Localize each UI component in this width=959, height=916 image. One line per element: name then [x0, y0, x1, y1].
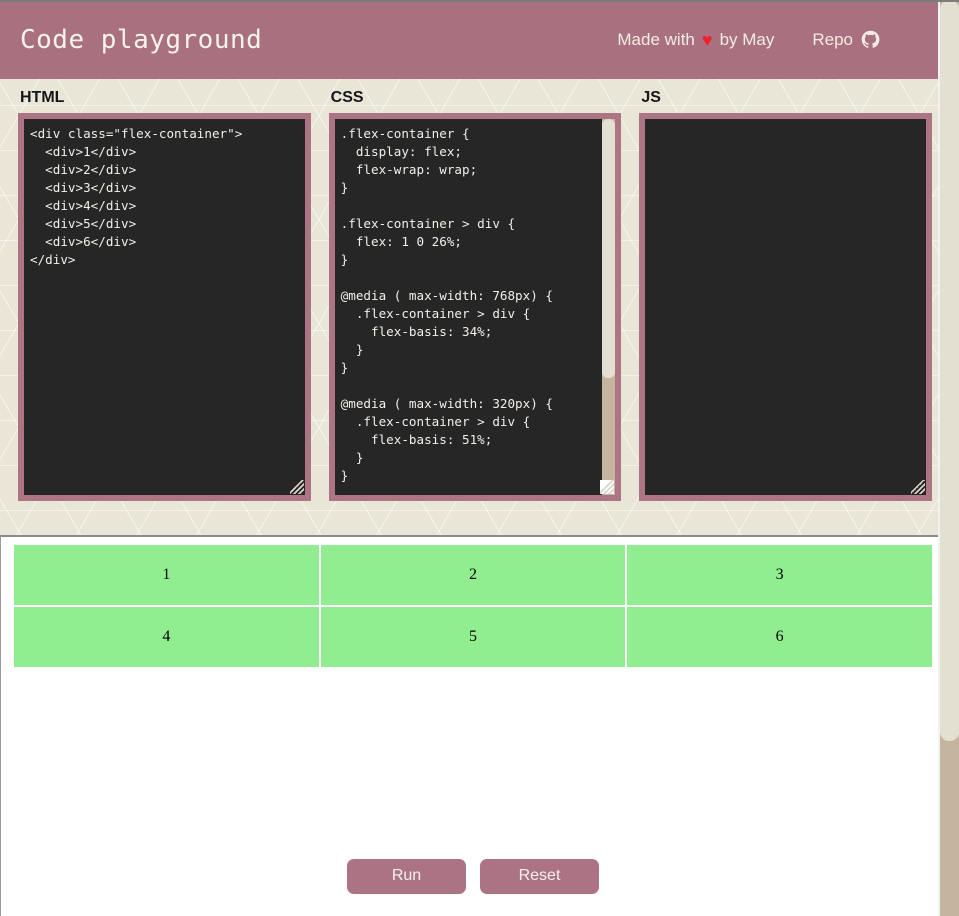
- js-editor[interactable]: [645, 118, 927, 495]
- credit-author-label: by May: [719, 29, 775, 49]
- flex-container-preview: 123 456: [13, 537, 933, 669]
- html-editor-frame: <div class="flex-container"> <div>1</div…: [18, 112, 311, 501]
- repo-link-label: Repo: [812, 29, 853, 49]
- preview-flex-cell: 5: [320, 607, 626, 667]
- header-right-group: Made with ♥ by May Repo: [617, 30, 926, 50]
- preview-flex-cell: 3: [627, 545, 933, 605]
- js-editor-pane: JS: [639, 89, 933, 531]
- window-scrollbar[interactable]: [938, 0, 959, 916]
- page-title: Code playground: [20, 24, 263, 55]
- css-editor-scrollbar-thumb[interactable]: [602, 118, 616, 379]
- preview-iframe: 123 456 Run Reset: [0, 535, 938, 916]
- preview-flex-cell: 2: [320, 545, 626, 605]
- css-editor-scrollbar[interactable]: [602, 118, 616, 495]
- css-editor[interactable]: .flex-container { display: flex; flex-wr…: [334, 118, 616, 495]
- controls-row: Run Reset: [1, 859, 938, 894]
- github-octocat-icon: [861, 30, 880, 49]
- app-header: Code playground Made with ♥ by May Repo: [0, 0, 938, 79]
- credit-prefix-label: Made with: [617, 29, 695, 49]
- css-editor-pane: CSS .flex-container { display: flex; fle…: [328, 89, 622, 531]
- made-with-credit: Made with ♥ by May: [617, 30, 774, 50]
- reset-button[interactable]: Reset: [480, 859, 599, 894]
- html-editor-label: HTML: [20, 89, 65, 106]
- html-editor[interactable]: <div class="flex-container"> <div>1</div…: [24, 118, 305, 495]
- html-editor-pane: HTML <div class="flex-container"> <div>1…: [18, 89, 311, 531]
- preview-flex-cell: 1: [14, 545, 319, 605]
- heart-icon: ♥: [701, 29, 713, 50]
- js-editor-label: JS: [641, 89, 661, 106]
- window-scrollbar-thumb[interactable]: [940, 0, 959, 741]
- page-scroll-region: Code playground Made with ♥ by May Repo …: [0, 0, 938, 916]
- html-editor-resize-handle[interactable]: [289, 479, 304, 494]
- js-editor-frame: [639, 112, 933, 501]
- css-editor-frame: .flex-container { display: flex; flex-wr…: [328, 112, 622, 501]
- repo-link[interactable]: Repo: [812, 30, 880, 50]
- editor-panels: HTML <div class="flex-container"> <div>1…: [0, 79, 938, 531]
- preview-flex-cell: 6: [627, 607, 933, 667]
- js-editor-resize-handle[interactable]: [911, 479, 926, 494]
- css-editor-label: CSS: [330, 89, 364, 106]
- run-button[interactable]: Run: [347, 859, 466, 894]
- window-top-frame: [0, 0, 959, 2]
- css-editor-resize-handle[interactable]: [600, 479, 615, 494]
- preview-flex-cell: 4: [14, 607, 319, 667]
